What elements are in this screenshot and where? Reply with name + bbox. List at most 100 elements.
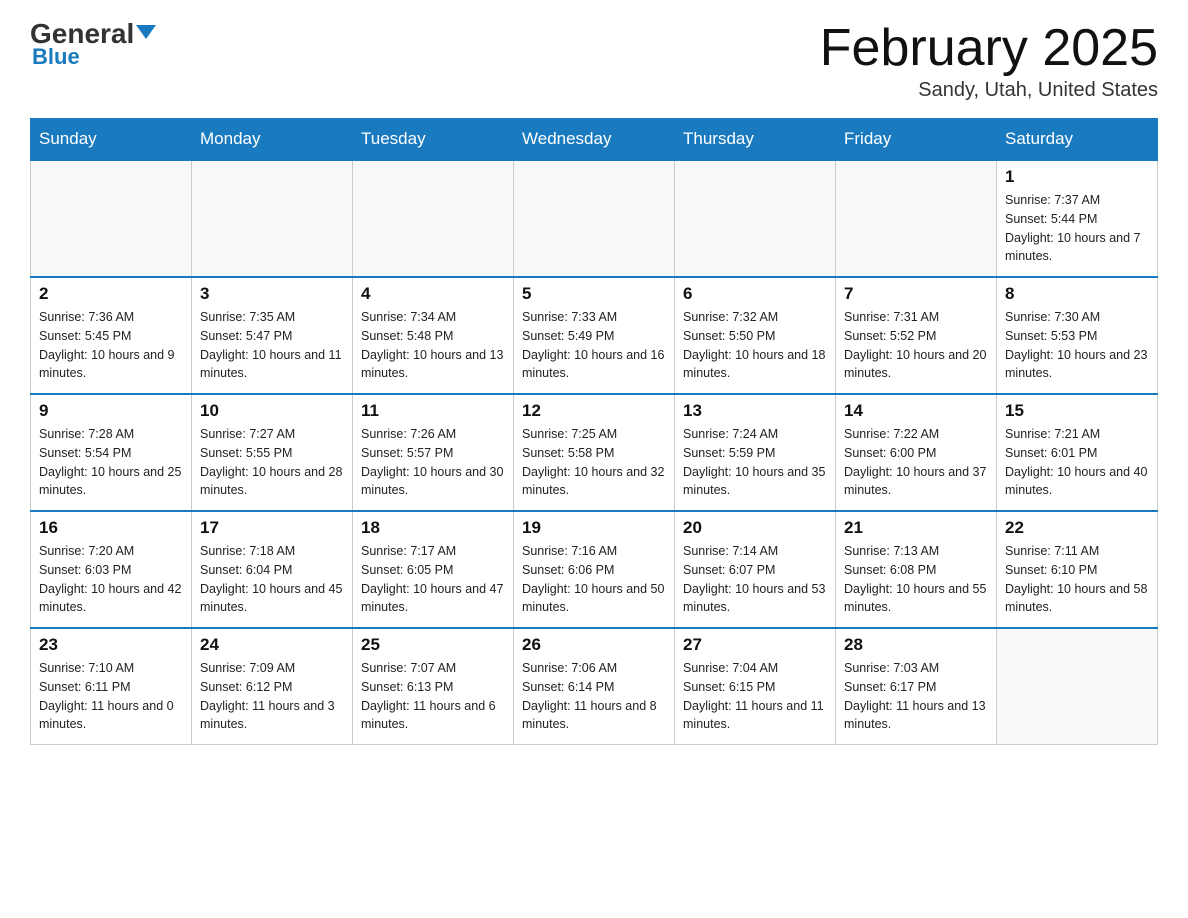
calendar-cell: 22Sunrise: 7:11 AMSunset: 6:10 PMDayligh… [997,511,1158,628]
logo-blue-text: Blue [30,44,80,70]
day-info: Sunrise: 7:04 AMSunset: 6:15 PMDaylight:… [683,659,827,734]
calendar-table: SundayMondayTuesdayWednesdayThursdayFrid… [30,118,1158,745]
day-info: Sunrise: 7:16 AMSunset: 6:06 PMDaylight:… [522,542,666,617]
day-number: 10 [200,401,344,421]
calendar-cell [514,160,675,277]
day-info: Sunrise: 7:14 AMSunset: 6:07 PMDaylight:… [683,542,827,617]
calendar-header-friday: Friday [836,119,997,161]
day-info: Sunrise: 7:18 AMSunset: 6:04 PMDaylight:… [200,542,344,617]
day-number: 17 [200,518,344,538]
logo-triangle-icon [136,25,156,39]
calendar-cell: 14Sunrise: 7:22 AMSunset: 6:00 PMDayligh… [836,394,997,511]
calendar-cell: 19Sunrise: 7:16 AMSunset: 6:06 PMDayligh… [514,511,675,628]
calendar-week-row: 16 Sunrise: 7:20 AMSunset: 6:03 PMDayligh… [31,511,1158,628]
day-info: Sunrise: 7:26 AMSunset: 5:57 PMDaylight:… [361,425,505,500]
calendar-header-wednesday: Wednesday [514,119,675,161]
calendar-cell: 3 Sunrise: 7:35 AMSunset: 5:47 PMDaylight… [192,277,353,394]
calendar-cell: 15 Sunrise: 7:21 AMSunset: 6:01 PMDayligh… [997,394,1158,511]
day-number: 28 [844,635,988,655]
day-number: 16 [39,518,183,538]
calendar-week-row: 2Sunrise: 7:36 AMSunset: 5:45 PMDaylight… [31,277,1158,394]
calendar-week-row: 1Sunrise: 7:37 AMSunset: 5:44 PMDaylight… [31,160,1158,277]
day-info: Sunrise: 7:09 AMSunset: 6:12 PMDaylight:… [200,659,344,734]
calendar-header-thursday: Thursday [675,119,836,161]
calendar-cell: 10 Sunrise: 7:27 AMSunset: 5:55 PMDayligh… [192,394,353,511]
logo: General Blue [30,20,156,70]
day-info: Sunrise: 7:33 AMSunset: 5:49 PMDaylight:… [522,308,666,383]
calendar-cell: 24Sunrise: 7:09 AMSunset: 6:12 PMDayligh… [192,628,353,745]
day-number: 13 [683,401,827,421]
calendar-cell: 12 Sunrise: 7:25 AMSunset: 5:58 PMDayligh… [514,394,675,511]
calendar-cell: 4 Sunrise: 7:34 AMSunset: 5:48 PMDaylight… [353,277,514,394]
month-title: February 2025 [820,20,1158,77]
calendar-cell: 6Sunrise: 7:32 AMSunset: 5:50 PMDaylight… [675,277,836,394]
calendar-cell: 11 Sunrise: 7:26 AMSunset: 5:57 PMDayligh… [353,394,514,511]
day-info: Sunrise: 7:34 AMSunset: 5:48 PMDaylight:… [361,308,505,383]
calendar-cell: 5 Sunrise: 7:33 AMSunset: 5:49 PMDaylight… [514,277,675,394]
day-info: Sunrise: 7:10 AMSunset: 6:11 PMDaylight:… [39,659,183,734]
day-number: 6 [683,284,827,304]
calendar-cell [353,160,514,277]
day-info: Sunrise: 7:13 AMSunset: 6:08 PMDaylight:… [844,542,988,617]
day-number: 9 [39,401,183,421]
day-info: Sunrise: 7:20 AMSunset: 6:03 PMDaylight:… [39,542,183,617]
day-info: Sunrise: 7:30 AMSunset: 5:53 PMDaylight:… [1005,308,1149,383]
day-info: Sunrise: 7:06 AMSunset: 6:14 PMDaylight:… [522,659,666,734]
day-info: Sunrise: 7:21 AMSunset: 6:01 PMDaylight:… [1005,425,1149,500]
calendar-cell [997,628,1158,745]
day-number: 5 [522,284,666,304]
calendar-cell: 13 Sunrise: 7:24 AMSunset: 5:59 PMDayligh… [675,394,836,511]
calendar-cell: 1Sunrise: 7:37 AMSunset: 5:44 PMDaylight… [997,160,1158,277]
day-number: 23 [39,635,183,655]
calendar-week-row: 9 Sunrise: 7:28 AMSunset: 5:54 PMDaylight… [31,394,1158,511]
calendar-cell: 21 Sunrise: 7:13 AMSunset: 6:08 PMDayligh… [836,511,997,628]
calendar-cell: 26 Sunrise: 7:06 AMSunset: 6:14 PMDayligh… [514,628,675,745]
day-number: 8 [1005,284,1149,304]
day-number: 15 [1005,401,1149,421]
title-section: February 2025 Sandy, Utah, United States [820,20,1158,102]
calendar-cell: 7 Sunrise: 7:31 AMSunset: 5:52 PMDaylight… [836,277,997,394]
calendar-cell: 8 Sunrise: 7:30 AMSunset: 5:53 PMDaylight… [997,277,1158,394]
day-number: 2 [39,284,183,304]
calendar-cell: 17 Sunrise: 7:18 AMSunset: 6:04 PMDayligh… [192,511,353,628]
calendar-cell [31,160,192,277]
day-info: Sunrise: 7:25 AMSunset: 5:58 PMDaylight:… [522,425,666,500]
calendar-cell: 25Sunrise: 7:07 AMSunset: 6:13 PMDayligh… [353,628,514,745]
location: Sandy, Utah, United States [820,79,1158,102]
calendar-cell: 28 Sunrise: 7:03 AMSunset: 6:17 PMDayligh… [836,628,997,745]
calendar-cell [836,160,997,277]
calendar-cell: 27 Sunrise: 7:04 AMSunset: 6:15 PMDayligh… [675,628,836,745]
day-number: 21 [844,518,988,538]
day-number: 11 [361,401,505,421]
day-number: 7 [844,284,988,304]
day-number: 4 [361,284,505,304]
calendar-cell: 2Sunrise: 7:36 AMSunset: 5:45 PMDaylight… [31,277,192,394]
day-number: 20 [683,518,827,538]
day-number: 12 [522,401,666,421]
calendar-cell: 16 Sunrise: 7:20 AMSunset: 6:03 PMDayligh… [31,511,192,628]
calendar-header-saturday: Saturday [997,119,1158,161]
day-info: Sunrise: 7:27 AMSunset: 5:55 PMDaylight:… [200,425,344,500]
day-number: 25 [361,635,505,655]
day-number: 22 [1005,518,1149,538]
day-info: Sunrise: 7:17 AMSunset: 6:05 PMDaylight:… [361,542,505,617]
day-info: Sunrise: 7:24 AMSunset: 5:59 PMDaylight:… [683,425,827,500]
day-info: Sunrise: 7:22 AMSunset: 6:00 PMDaylight:… [844,425,988,500]
calendar-cell [675,160,836,277]
page-header: General Blue February 2025 Sandy, Utah, … [30,20,1158,102]
day-number: 26 [522,635,666,655]
day-info: Sunrise: 7:37 AMSunset: 5:44 PMDaylight:… [1005,191,1149,266]
day-number: 3 [200,284,344,304]
day-info: Sunrise: 7:31 AMSunset: 5:52 PMDaylight:… [844,308,988,383]
day-info: Sunrise: 7:28 AMSunset: 5:54 PMDaylight:… [39,425,183,500]
calendar-cell: 9 Sunrise: 7:28 AMSunset: 5:54 PMDaylight… [31,394,192,511]
day-number: 18 [361,518,505,538]
day-info: Sunrise: 7:03 AMSunset: 6:17 PMDaylight:… [844,659,988,734]
calendar-cell: 20 Sunrise: 7:14 AMSunset: 6:07 PMDayligh… [675,511,836,628]
calendar-header-monday: Monday [192,119,353,161]
calendar-header-sunday: Sunday [31,119,192,161]
calendar-cell: 23 Sunrise: 7:10 AMSunset: 6:11 PMDayligh… [31,628,192,745]
day-number: 27 [683,635,827,655]
day-info: Sunrise: 7:35 AMSunset: 5:47 PMDaylight:… [200,308,344,383]
calendar-header-tuesday: Tuesday [353,119,514,161]
